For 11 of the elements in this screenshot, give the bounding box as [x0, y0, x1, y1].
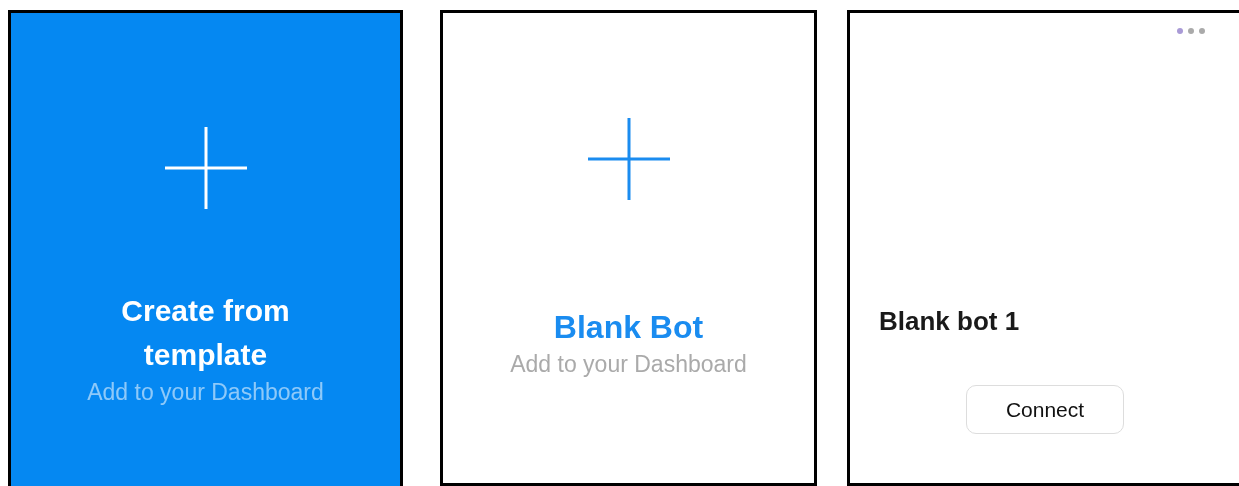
card-subtitle: Add to your Dashboard: [87, 378, 324, 407]
card-title: Blank Bot: [553, 308, 704, 347]
bot-name: Blank bot 1: [879, 305, 1021, 337]
card-title: Create from template: [120, 293, 291, 373]
blank-bot-card[interactable]: Blank Bot Add to your Dashboard: [440, 10, 817, 486]
more-options-icon[interactable]: [1176, 27, 1206, 35]
template-card[interactable]: Create from template Add to your Dashboard: [8, 10, 403, 486]
connect-button[interactable]: Connect: [966, 385, 1124, 434]
plus-icon: [587, 118, 670, 200]
card-subtitle: Add to your Dashboard: [510, 350, 747, 379]
plus-icon: [164, 127, 247, 209]
